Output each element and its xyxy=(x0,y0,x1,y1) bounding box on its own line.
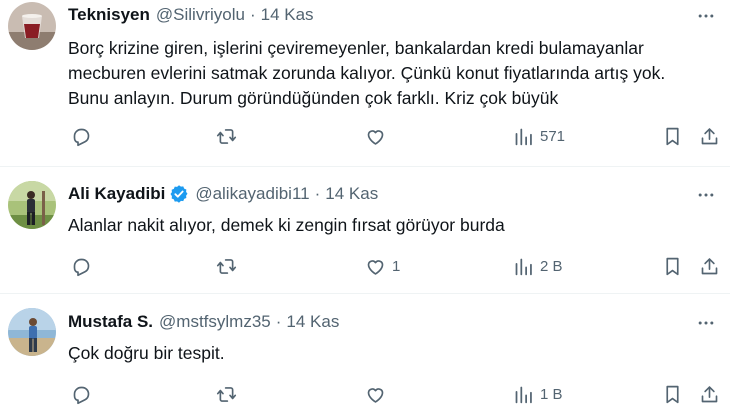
reply-icon xyxy=(73,258,90,276)
avatar-image xyxy=(8,308,56,356)
avatar-ali-kayadibi[interactable] xyxy=(8,181,56,229)
avatar-image xyxy=(8,2,56,50)
share-icon xyxy=(701,127,718,144)
like-button[interactable] xyxy=(365,381,392,407)
author-name[interactable]: Ali Kayadibi xyxy=(68,184,165,204)
bookmark-icon xyxy=(666,127,679,145)
retweet-icon xyxy=(216,386,237,402)
tweet-text: Çok doğru bir tespit. xyxy=(68,343,225,363)
separator-dot: · xyxy=(249,5,256,24)
more-options-button[interactable] xyxy=(694,183,718,207)
retweet-button[interactable] xyxy=(216,253,243,279)
views-icon xyxy=(515,258,532,275)
author-name[interactable]: Teknisyen xyxy=(68,5,150,25)
tweet-actions: 571 xyxy=(0,123,730,149)
reply-button[interactable] xyxy=(71,123,98,149)
tweet-time[interactable]: 14 Kas xyxy=(261,5,314,25)
tweet-header: Mustafa S. @mstfsylmz35 · 14 Kas xyxy=(68,310,339,334)
avatar-teknisyen[interactable] xyxy=(8,2,56,50)
tweet-header: Teknisyen @Silivriyolu · 14 Kas xyxy=(68,3,314,27)
more-options-button[interactable] xyxy=(694,311,718,335)
author-handle[interactable]: @mstfsylmz35 xyxy=(159,312,271,332)
tweet-text: Borç krizine giren, işlerini çeviremeyen… xyxy=(68,38,666,108)
like-icon xyxy=(367,259,384,275)
reply-icon xyxy=(73,128,90,146)
bookmark-icon xyxy=(666,257,679,275)
views-button[interactable]: 1 B xyxy=(513,381,563,407)
views-icon xyxy=(515,386,532,403)
share-button[interactable] xyxy=(699,123,720,149)
tweet-text: Alanlar nakit alıyor, demek ki zengin fı… xyxy=(68,215,505,235)
bookmark-button[interactable] xyxy=(662,381,683,407)
avatar-image xyxy=(8,181,56,229)
author-handle[interactable]: @Silivriyolu xyxy=(156,5,245,25)
share-icon xyxy=(701,385,718,402)
views-count: 571 xyxy=(540,127,566,145)
retweet-icon xyxy=(216,128,237,144)
tweet-header: Ali Kayadibi @alikayadibi11 · 14 Kas xyxy=(68,182,378,206)
reply-button[interactable] xyxy=(71,253,98,279)
like-count: 1 xyxy=(392,257,401,275)
tweet-3[interactable]: Mustafa S. @mstfsylmz35 · 14 Kas Çok doğ… xyxy=(0,294,730,420)
tweet-1[interactable]: Teknisyen @Silivriyolu · 14 Kas Borç kri… xyxy=(0,0,730,168)
bookmark-button[interactable] xyxy=(662,123,683,149)
bookmark-button[interactable] xyxy=(662,253,683,279)
separator-dot: · xyxy=(314,184,321,203)
tweet-2[interactable]: Ali Kayadibi @alikayadibi11 · 14 Kas Ala… xyxy=(0,167,730,292)
reply-icon xyxy=(73,386,90,404)
reply-button[interactable] xyxy=(71,381,98,407)
verified-badge-icon xyxy=(169,184,189,204)
more-icon xyxy=(698,193,714,197)
share-button[interactable] xyxy=(699,381,720,407)
bookmark-icon xyxy=(666,385,679,403)
views-count: 2 B xyxy=(540,257,563,275)
tweet-actions: 1 2 B xyxy=(0,253,730,279)
retweet-button[interactable] xyxy=(216,123,243,149)
like-icon xyxy=(367,129,384,145)
tweet-time[interactable]: 14 Kas xyxy=(286,312,339,332)
retweet-icon xyxy=(216,258,237,274)
retweet-button[interactable] xyxy=(216,381,243,407)
more-options-button[interactable] xyxy=(694,4,718,28)
like-icon xyxy=(367,387,384,403)
separator-dot: · xyxy=(275,312,282,331)
like-button[interactable] xyxy=(365,123,392,149)
views-count: 1 B xyxy=(540,385,563,403)
author-handle[interactable]: @alikayadibi11 xyxy=(195,184,309,204)
tweet-actions: 1 B xyxy=(0,381,730,407)
share-icon xyxy=(701,257,718,274)
more-icon xyxy=(698,14,714,18)
views-button[interactable]: 571 xyxy=(513,123,565,149)
share-button[interactable] xyxy=(699,253,720,279)
views-icon xyxy=(515,128,532,145)
author-name[interactable]: Mustafa S. xyxy=(68,312,153,332)
avatar-mustafa-s[interactable] xyxy=(8,308,56,356)
like-button[interactable]: 1 xyxy=(365,253,400,279)
more-icon xyxy=(698,321,714,325)
views-button[interactable]: 2 B xyxy=(513,253,563,279)
tweet-time[interactable]: 14 Kas xyxy=(325,184,378,204)
